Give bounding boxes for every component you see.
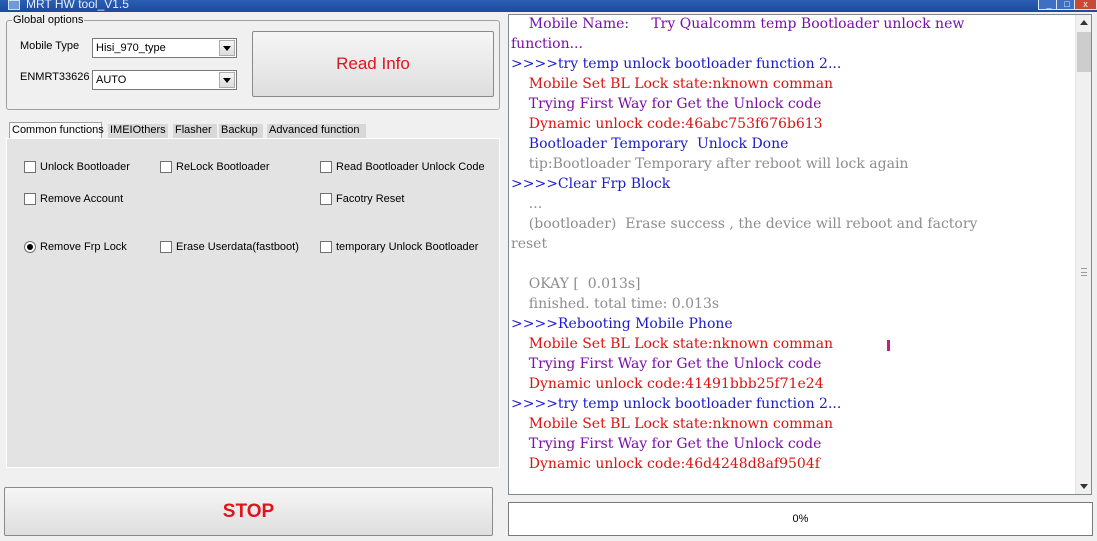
- enmrt-select[interactable]: AUTO: [92, 70, 237, 90]
- tab-common-functions[interactable]: Common functions: [9, 122, 104, 139]
- text-caret: [887, 340, 890, 351]
- scroll-thumb[interactable]: [1077, 32, 1091, 72]
- log-line: Dynamic unlock code:46d4248d8af9504f: [511, 456, 820, 472]
- relock-bootloader-checkbox[interactable]: [160, 161, 172, 173]
- scroll-up-arrow-icon[interactable]: [1076, 15, 1091, 31]
- chevron-down-icon[interactable]: [219, 72, 235, 88]
- log-line: (bootloader) Erase success , the device …: [511, 216, 978, 232]
- stop-button[interactable]: STOP: [4, 487, 493, 536]
- log-line: Trying First Way for Get the Unlock code: [511, 356, 822, 372]
- log-line: OKAY [ 0.013s]: [511, 276, 641, 292]
- log-line: Mobile Name: Try Qualcomm temp Bootloade…: [511, 16, 965, 32]
- common-functions-panel: [6, 138, 500, 468]
- log-line: Mobile Set BL Lock state:nknown comman: [511, 336, 834, 352]
- enmrt-label: ENMRT33626: [20, 71, 90, 83]
- log-line: Dynamic unlock code:46abc753f676b613: [511, 116, 823, 132]
- radio-selected-dot: [27, 244, 33, 250]
- log-line: tip:Bootloader Temporary after reboot wi…: [511, 156, 909, 172]
- remove-account-label[interactable]: Remove Account: [40, 193, 123, 205]
- chevron-down-icon[interactable]: [219, 40, 235, 56]
- progress-label: 0%: [792, 513, 809, 525]
- tab-advanced-function[interactable]: Advanced function: [267, 124, 366, 138]
- app-icon: [8, 0, 20, 10]
- log-line: reset: [511, 236, 548, 252]
- log-line: >>>>try temp unlock bootloader function …: [511, 396, 842, 412]
- unlock-bootloader-label[interactable]: Unlock Bootloader: [40, 161, 130, 173]
- scroll-down-arrow-icon[interactable]: [1076, 478, 1091, 494]
- remove-frp-lock-label[interactable]: Remove Frp Lock: [40, 241, 127, 253]
- mobile-type-value: Hisi_970_type: [96, 42, 166, 54]
- factory-reset-checkbox[interactable]: [320, 193, 332, 205]
- window-title: MRT HW tool_V1.5: [26, 0, 129, 11]
- read-info-button[interactable]: Read Info: [252, 31, 494, 97]
- log-line: Trying First Way for Get the Unlock code: [511, 436, 822, 452]
- log-line: Bootloader Temporary Unlock Done: [511, 136, 789, 152]
- close-button[interactable]: x: [1074, 0, 1097, 10]
- mobile-type-label: Mobile Type: [20, 40, 80, 52]
- log-line: finished. total time: 0.013s: [511, 296, 720, 312]
- log-output[interactable]: Mobile Name: Try Qualcomm temp Bootloade…: [508, 14, 1092, 495]
- tab-flasher[interactable]: Flasher: [173, 124, 217, 138]
- log-line: >>>>try temp unlock bootloader function …: [511, 56, 842, 72]
- mobile-type-select[interactable]: Hisi_970_type: [92, 38, 237, 58]
- log-line: Mobile Set BL Lock state:nknown comman: [511, 416, 834, 432]
- temporary-unlock-bootloader-checkbox[interactable]: [320, 241, 332, 253]
- progress-bar: 0%: [508, 502, 1093, 536]
- remove-account-checkbox[interactable]: [24, 193, 36, 205]
- log-line: ...: [511, 196, 543, 212]
- log-line: >>>>Rebooting Mobile Phone: [511, 316, 733, 332]
- factory-reset-label[interactable]: Facotry Reset: [336, 193, 404, 205]
- log-line: Dynamic unlock code:41491bbb25f71e24: [511, 376, 824, 392]
- log-line: function...: [511, 36, 583, 52]
- unlock-bootloader-checkbox[interactable]: [24, 161, 36, 173]
- remove-frp-lock-radio[interactable]: [24, 241, 36, 253]
- vertical-scrollbar[interactable]: [1075, 15, 1091, 494]
- tab-backup[interactable]: Backup: [219, 124, 263, 138]
- read-bootloader-unlock-code-checkbox[interactable]: [320, 161, 332, 173]
- global-options-legend: Global options: [12, 14, 85, 26]
- erase-userdata-label[interactable]: Erase Userdata(fastboot): [176, 241, 299, 253]
- log-line: >>>>Clear Frp Block: [511, 176, 671, 192]
- read-bootloader-unlock-code-label[interactable]: Read Bootloader Unlock Code: [336, 161, 485, 173]
- log-line: Mobile Set BL Lock state:nknown comman: [511, 76, 834, 92]
- title-bar: MRT HW tool_V1.5 _ □ x: [0, 0, 1097, 12]
- temporary-unlock-bootloader-label[interactable]: temporary Unlock Bootloader: [336, 241, 478, 253]
- tab-imei-others[interactable]: IMEIOthers: [108, 124, 168, 138]
- erase-userdata-checkbox[interactable]: [160, 241, 172, 253]
- scroll-grip-icon: [1081, 268, 1087, 276]
- log-line: Trying First Way for Get the Unlock code: [511, 96, 822, 112]
- relock-bootloader-label[interactable]: ReLock Bootloader: [176, 161, 270, 173]
- enmrt-value: AUTO: [96, 74, 127, 86]
